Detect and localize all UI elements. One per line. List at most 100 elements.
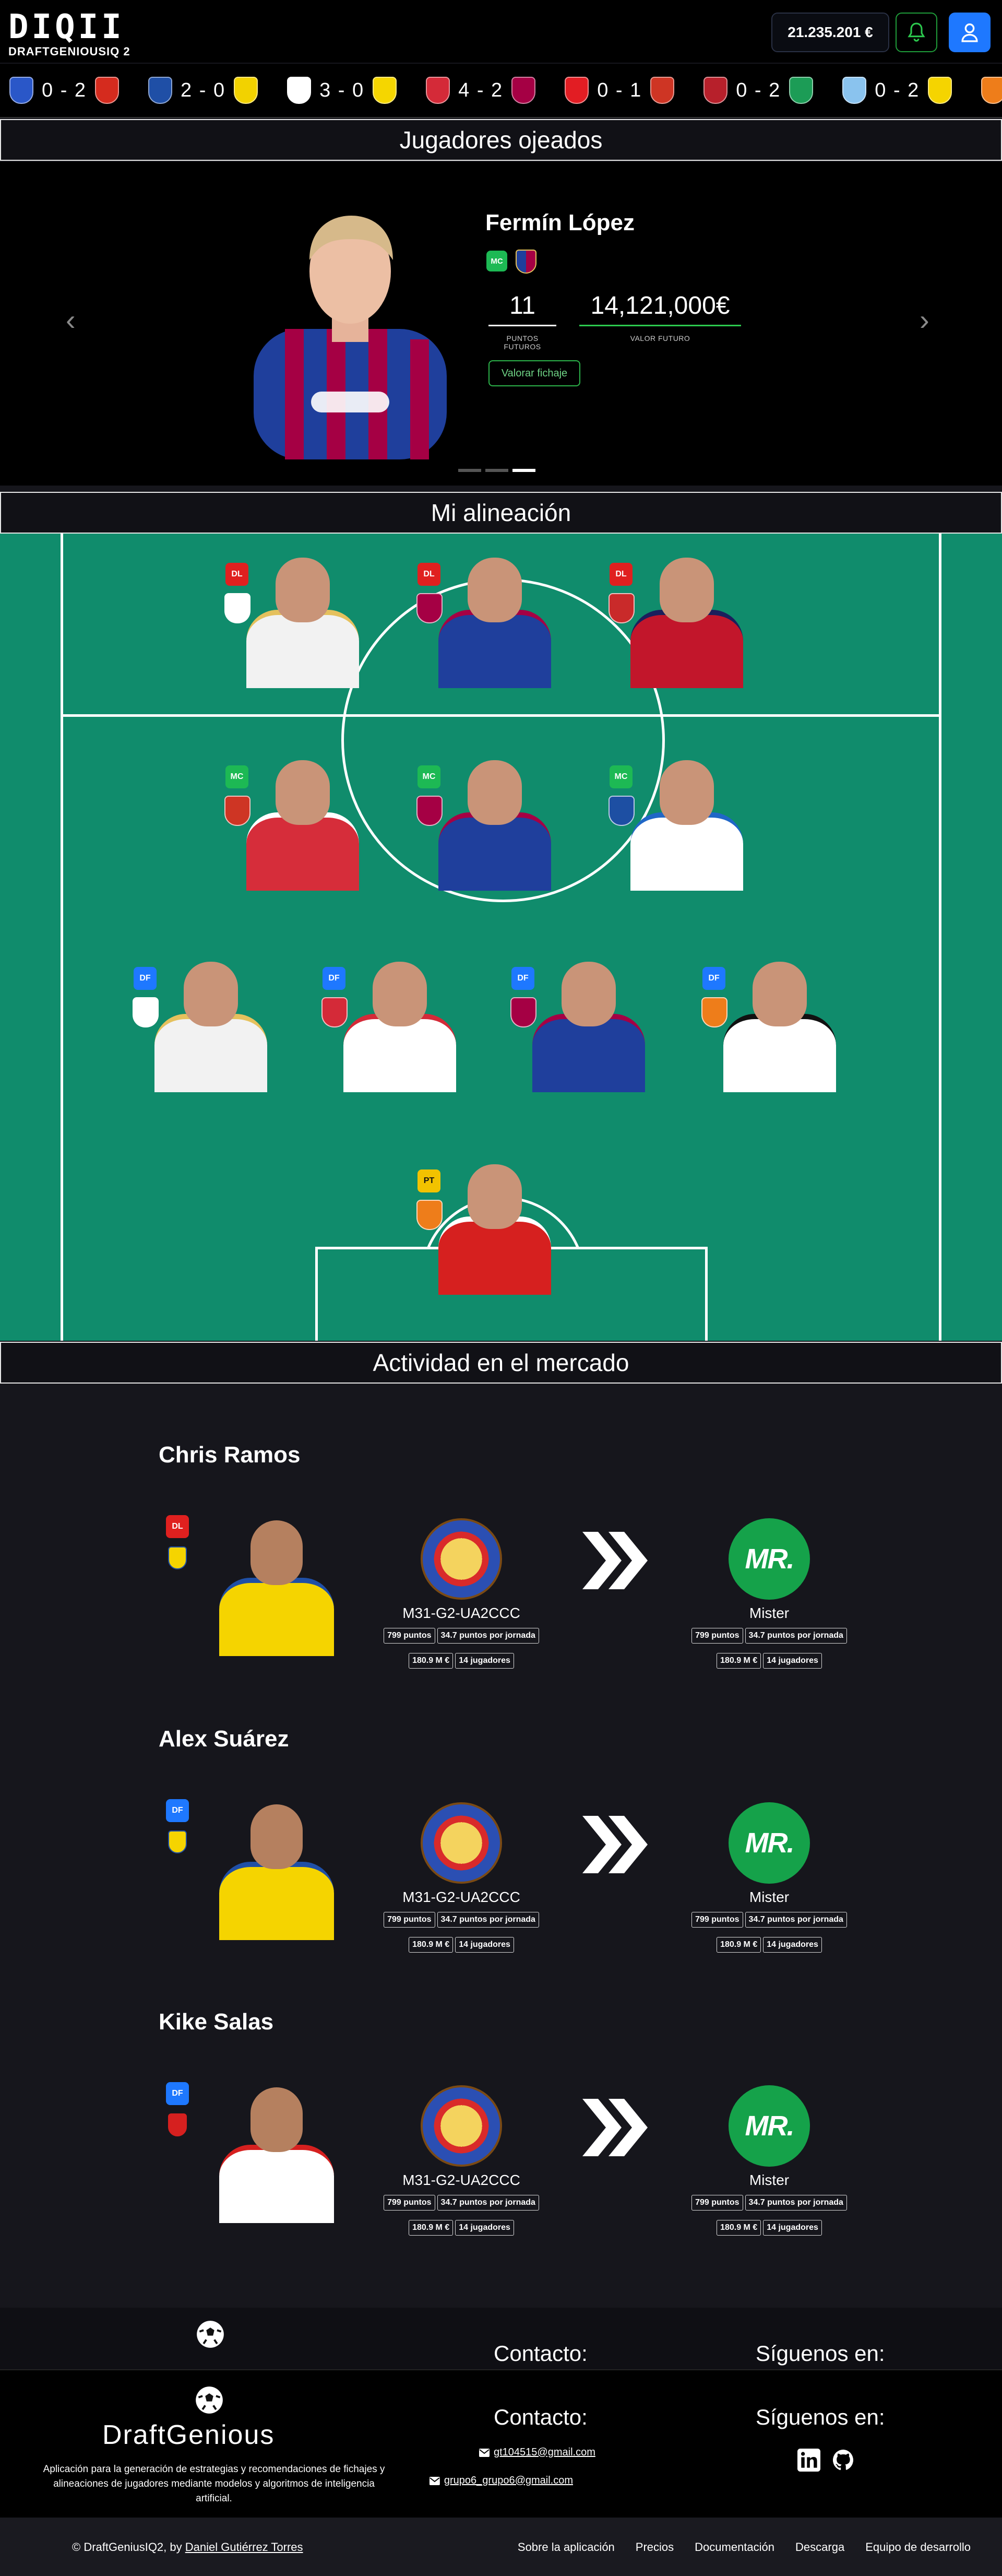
from-team-name: M31-G2-UA2CCC: [402, 1605, 520, 1621]
footer-nav-link[interactable]: Sobre la aplicación: [518, 2540, 615, 2554]
away-team-crest-icon: [373, 77, 397, 104]
lineup-player-slot[interactable]: DF: [484, 935, 645, 1092]
market-transfer-card[interactable]: Kike Salas DF M31-G2-UA2CCC 799 puntos 34.7 …: [0, 1971, 1002, 2243]
position-badge: DF: [511, 967, 534, 990]
double-chevron-right-icon: [577, 2094, 655, 2161]
section-title-market: Actividad en el mercado: [0, 1342, 1002, 1384]
transfer-player-name: Chris Ramos: [159, 1442, 301, 1468]
away-team-crest-icon: [789, 77, 814, 104]
lineup-player-slot[interactable]: MC: [198, 733, 359, 891]
stat-chip: 14 jugadores: [455, 2220, 514, 2236]
match-result[interactable]: 0 - 2: [703, 77, 814, 104]
footer-nav-link[interactable]: Equipo de desarrollo: [865, 2540, 971, 2554]
notifications-button[interactable]: [896, 13, 937, 52]
carousel-indicator[interactable]: [485, 469, 508, 472]
email-link-2[interactable]: grupo6_grupo6@gmail.com: [429, 2475, 573, 2487]
lineup-player-slot[interactable]: DF: [295, 935, 456, 1092]
evaluate-signing-button[interactable]: Valorar fichaje: [488, 360, 580, 386]
envelope-icon: [479, 2448, 490, 2457]
mister-logo-icon: MR.: [729, 2085, 810, 2167]
player-photo: [438, 1164, 551, 1295]
team-stats-row: 799 puntos 34.7 puntos por jornada: [357, 1912, 566, 1928]
player-photo: [438, 558, 551, 688]
team-logo-icon: [421, 2085, 502, 2167]
envelope-icon: [429, 2476, 440, 2485]
match-result[interactable]: 0 - 2: [9, 77, 120, 104]
player-photo: [532, 962, 645, 1092]
team-stats-row: 799 puntos 34.7 puntos por jornada: [357, 2195, 566, 2211]
double-chevron-right-icon: [577, 1811, 655, 1878]
footer-nav-link[interactable]: Descarga: [795, 2540, 844, 2554]
github-icon[interactable]: [832, 2449, 855, 2472]
lineup-player-slot[interactable]: MC: [582, 733, 743, 891]
bottom-bar: © DraftGeniusIQ2, by Daniel Gutiérrez To…: [0, 2518, 1002, 2576]
position-badge: DF: [166, 1799, 189, 1822]
football-icon: [196, 2386, 223, 2414]
home-team-crest-icon: [9, 77, 33, 104]
section-title-lineup: Mi alineación: [0, 492, 1002, 534]
position-badge: DL: [225, 563, 248, 586]
team-stats-row: 180.9 M €14 jugadores: [357, 1653, 566, 1669]
match-score: 4 - 2: [458, 79, 504, 101]
carousel-next-button[interactable]: ›: [920, 303, 929, 337]
away-team-crest-icon: [234, 77, 258, 104]
footer-follow-title: Síguenos en:: [756, 2405, 885, 2429]
lineup-player-slot[interactable]: DL: [198, 534, 359, 688]
app-logo[interactable]: DIQII DRAFTGENIOUSIQ 2: [8, 10, 144, 58]
footer-nav-link[interactable]: Documentación: [695, 2540, 774, 2554]
player-kit: [219, 1578, 334, 1656]
market-transfer-card[interactable]: Chris Ramos DL M31-G2-UA2CCC 799 puntos 34.7…: [0, 1404, 1002, 1676]
player-photo: [254, 216, 447, 459]
carousel-indicator[interactable]: [458, 469, 481, 472]
scouted-player-carousel: ‹ › Fermín López MC 11 PUNTOS FUTUROS 14…: [0, 162, 1002, 486]
carousel-indicator[interactable]: [512, 469, 535, 472]
position-badge: MC: [486, 251, 507, 271]
market-activity-list: Chris Ramos DL M31-G2-UA2CCC 799 puntos 34.7…: [0, 1384, 1002, 2308]
position-badge: DL: [166, 1515, 189, 1538]
team-stats-row: 180.9 M €14 jugadores: [665, 2220, 874, 2236]
logo-text: DRAFTGENIOUSIQ 2: [8, 45, 130, 58]
match-result[interactable]: 0 - 2: [842, 77, 952, 104]
player-photo: [630, 558, 743, 688]
user-account-button[interactable]: [949, 13, 991, 52]
match-result[interactable]: 4 - 2: [426, 77, 536, 104]
footer: DraftGenious Aplicación para la generaci…: [0, 2369, 1002, 2518]
future-value-value: 14,121,000€: [590, 292, 730, 320]
match-result[interactable]: 2 - 0: [148, 77, 258, 104]
match-result[interactable]: [981, 77, 1002, 104]
stat-chip: 799 puntos: [384, 1912, 435, 1928]
email-text: grupo6_grupo6@gmail.com: [444, 2475, 573, 2486]
market-transfer-card[interactable]: Alex Suárez DF M31-G2-UA2CCC 799 puntos 34.7…: [0, 1688, 1002, 1960]
player-photo: [246, 760, 359, 891]
lineup-player-slot[interactable]: DF: [675, 935, 836, 1092]
lineup-player-slot[interactable]: PT: [390, 1137, 551, 1295]
lineup-player-slot[interactable]: MC: [390, 733, 551, 891]
to-team-name: Mister: [749, 1889, 790, 1905]
stat-chip: 180.9 M €: [409, 1937, 454, 1953]
lineup-player-slot[interactable]: DF: [106, 935, 267, 1092]
home-team-crest-icon: [703, 77, 728, 104]
team-stats-row: 180.9 M €14 jugadores: [665, 1653, 874, 1669]
match-result[interactable]: 0 - 1: [565, 77, 675, 104]
stat-chip: 34.7 puntos por jornada: [745, 1912, 847, 1928]
lineup-player-slot[interactable]: DL: [390, 534, 551, 688]
player-head: [373, 962, 427, 1026]
stat-chip: 180.9 M €: [717, 1653, 761, 1669]
position-badge: DL: [418, 563, 440, 586]
email-link-1[interactable]: gt104515@gmail.com: [479, 2447, 595, 2459]
linkedin-icon[interactable]: [797, 2449, 820, 2472]
to-team-name: Mister: [749, 1605, 790, 1621]
future-points-label: PUNTOS FUTUROS: [504, 334, 541, 351]
club-crest-icon: [168, 2113, 187, 2136]
position-badge: DF: [323, 967, 345, 990]
footer-nav-link[interactable]: Precios: [636, 2540, 674, 2554]
future-points-underline: [488, 325, 556, 326]
section-title-scouted: Jugadores ojeados: [0, 119, 1002, 161]
lineup-player-slot[interactable]: DL: [582, 534, 743, 688]
carousel-prev-button[interactable]: ‹: [66, 303, 76, 337]
author-link[interactable]: Daniel Gutiérrez Torres: [185, 2540, 303, 2554]
player-photo: [219, 1520, 334, 1656]
future-points-value: 11: [509, 292, 535, 320]
email-text: gt104515@gmail.com: [494, 2447, 595, 2458]
match-result[interactable]: 3 - 0: [287, 77, 397, 104]
